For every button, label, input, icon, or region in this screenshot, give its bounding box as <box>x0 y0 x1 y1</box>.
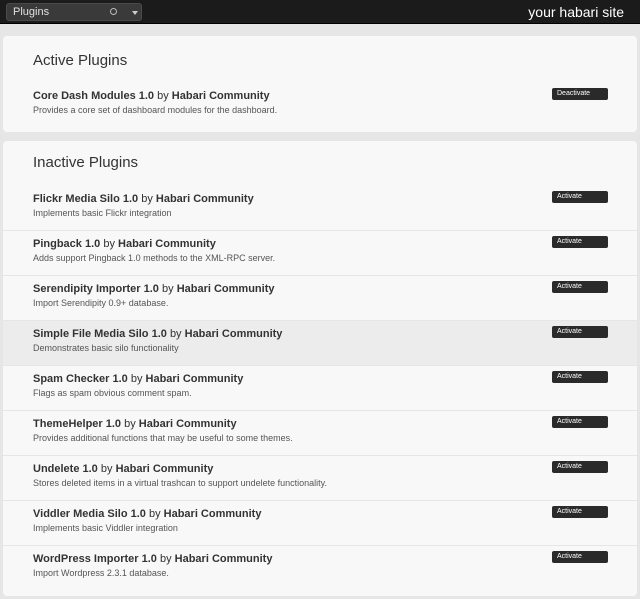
plugin-row: Viddler Media Silo 1.0 by Habari Communi… <box>3 501 637 546</box>
plugin-row: Pingback 1.0 by Habari Community Adds su… <box>3 231 637 276</box>
plugin-by: by <box>124 418 136 430</box>
plugin-row: Simple File Media Silo 1.0 by Habari Com… <box>3 321 637 366</box>
plugin-title: Spam Checker 1.0 by Habari Community <box>33 373 243 385</box>
inactive-plugins-panel: Inactive Plugins Flickr Media Silo 1.0 b… <box>3 141 637 596</box>
plugin-description: Adds support Pingback 1.0 methods to the… <box>33 253 276 263</box>
plugin-title: Pingback 1.0 by Habari Community <box>33 238 216 250</box>
plugin-row: Serendipity Importer 1.0 by Habari Commu… <box>3 276 637 321</box>
plugin-by: by <box>159 553 172 565</box>
plugin-by: by <box>162 283 174 295</box>
plugin-author: Habari Community <box>176 283 275 295</box>
plugin-name: Core Dash Modules 1.0 <box>33 90 155 102</box>
plugin-by: by <box>169 328 182 340</box>
plugin-name: Serendipity Importer 1.0 <box>33 283 159 295</box>
plugin-description: Demonstrates basic silo functionality <box>33 343 179 353</box>
plugin-row: Flickr Media Silo 1.0 by Habari Communit… <box>3 186 637 231</box>
plugin-title: Undelete 1.0 by Habari Community <box>33 463 213 475</box>
admin-menu-dropdown[interactable]: Plugins <box>6 3 142 21</box>
plugin-by: by <box>100 463 113 475</box>
activate-button[interactable]: Activate <box>552 191 608 203</box>
plugin-title: Viddler Media Silo 1.0 by Habari Communi… <box>33 508 261 520</box>
inactive-plugins-heading: Inactive Plugins <box>33 154 139 171</box>
plugin-author: Habari Community <box>171 90 270 102</box>
plugin-description: Import Wordpress 2.3.1 database. <box>33 568 169 578</box>
plugin-name: Pingback 1.0 <box>33 238 101 250</box>
plugin-title: ThemeHelper 1.0 by Habari Community <box>33 418 237 430</box>
plugin-author: Habari Community <box>155 193 254 205</box>
activate-button[interactable]: Activate <box>552 551 608 563</box>
plugin-description: Implements basic Viddler integration <box>33 523 178 533</box>
plugin-author: Habari Community <box>118 238 216 250</box>
plugin-author: Habari Community <box>138 418 237 430</box>
activate-button[interactable]: Activate <box>552 236 608 248</box>
plugin-row: ThemeHelper 1.0 by Habari Community Prov… <box>3 411 637 456</box>
top-bar: Plugins your habari site <box>0 0 640 24</box>
activate-button[interactable]: Activate <box>552 326 608 338</box>
plugin-by: by <box>103 238 115 250</box>
plugin-title: Serendipity Importer 1.0 by Habari Commu… <box>33 283 274 295</box>
plugin-row: WordPress Importer 1.0 by Habari Communi… <box>3 546 637 591</box>
plugin-description: Import Serendipity 0.9+ database. <box>33 298 169 308</box>
plugin-description: Provides additional functions that may b… <box>33 433 293 443</box>
active-plugins-heading: Active Plugins <box>33 52 128 69</box>
plugin-row: Spam Checker 1.0 by Habari Community Fla… <box>3 366 637 411</box>
plugin-description: Implements basic Flickr integration <box>33 208 172 218</box>
plugin-name: Flickr Media Silo 1.0 <box>33 193 139 205</box>
plugin-by: by <box>130 373 143 385</box>
plugin-row: Core Dash Modules 1.0 by Habari Communit… <box>3 83 637 128</box>
plugin-author: Habari Community <box>115 463 214 475</box>
activate-button[interactable]: Activate <box>552 506 608 518</box>
plugin-title: WordPress Importer 1.0 by Habari Communi… <box>33 553 272 565</box>
plugin-description: Flags as spam obvious comment spam. <box>33 388 192 398</box>
plugin-row: Undelete 1.0 by Habari Community Stores … <box>3 456 637 501</box>
site-title-link[interactable]: your habari site <box>528 4 624 20</box>
plugin-name: WordPress Importer 1.0 <box>33 553 157 565</box>
activate-button[interactable]: Activate <box>552 281 608 293</box>
plugin-name: Viddler Media Silo 1.0 <box>33 508 146 520</box>
plugin-title: Simple File Media Silo 1.0 by Habari Com… <box>33 328 282 340</box>
plugin-description: Provides a core set of dashboard modules… <box>33 105 278 115</box>
plugin-by: by <box>148 508 161 520</box>
plugin-title: Flickr Media Silo 1.0 by Habari Communit… <box>33 193 254 205</box>
admin-menu-label: Plugins <box>13 6 50 18</box>
deactivate-button[interactable]: Deactivate <box>552 88 608 100</box>
plugin-by: by <box>141 193 153 205</box>
plugin-by: by <box>157 90 169 102</box>
plugin-author: Habari Community <box>145 373 244 385</box>
plugin-name: Simple File Media Silo 1.0 <box>33 328 167 340</box>
search-icon <box>110 8 117 15</box>
activate-button[interactable]: Activate <box>552 371 608 383</box>
plugin-author: Habari Community <box>184 328 283 340</box>
activate-button[interactable]: Activate <box>552 416 608 428</box>
active-plugins-panel: Active Plugins Core Dash Modules 1.0 by … <box>3 36 637 132</box>
plugin-name: Spam Checker 1.0 <box>33 373 128 385</box>
plugin-author: Habari Community <box>174 553 273 565</box>
plugin-author: Habari Community <box>163 508 262 520</box>
plugin-description: Stores deleted items in a virtual trashc… <box>33 478 327 488</box>
plugin-name: ThemeHelper 1.0 <box>33 418 122 430</box>
activate-button[interactable]: Activate <box>552 461 608 473</box>
plugin-name: Undelete 1.0 <box>33 463 98 475</box>
plugin-title: Core Dash Modules 1.0 by Habari Communit… <box>33 90 270 102</box>
chevron-down-icon <box>132 11 138 15</box>
